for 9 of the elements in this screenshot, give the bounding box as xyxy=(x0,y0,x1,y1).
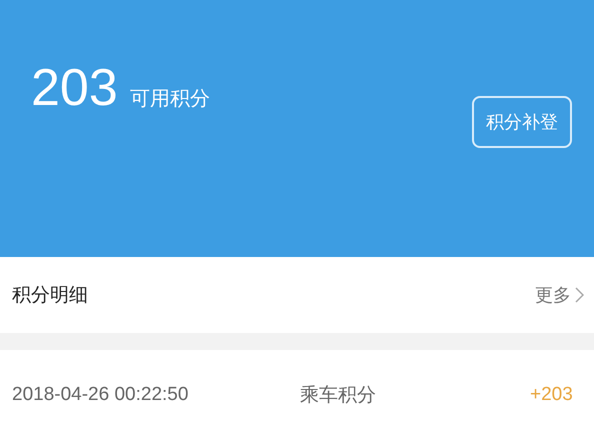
record-type: 乘车积分 xyxy=(300,383,377,408)
section-title: 积分明细 xyxy=(12,283,88,308)
record-time: 2018-04-26 00:22:50 xyxy=(12,384,190,406)
more-link[interactable]: 更多 xyxy=(535,283,584,307)
points-label: 可用积分 xyxy=(130,85,210,112)
chevron-right-icon xyxy=(575,287,584,303)
record-amount: +203 xyxy=(530,384,573,406)
points-value: 203 xyxy=(31,58,118,118)
supplement-button[interactable]: 积分补登 xyxy=(472,96,572,148)
